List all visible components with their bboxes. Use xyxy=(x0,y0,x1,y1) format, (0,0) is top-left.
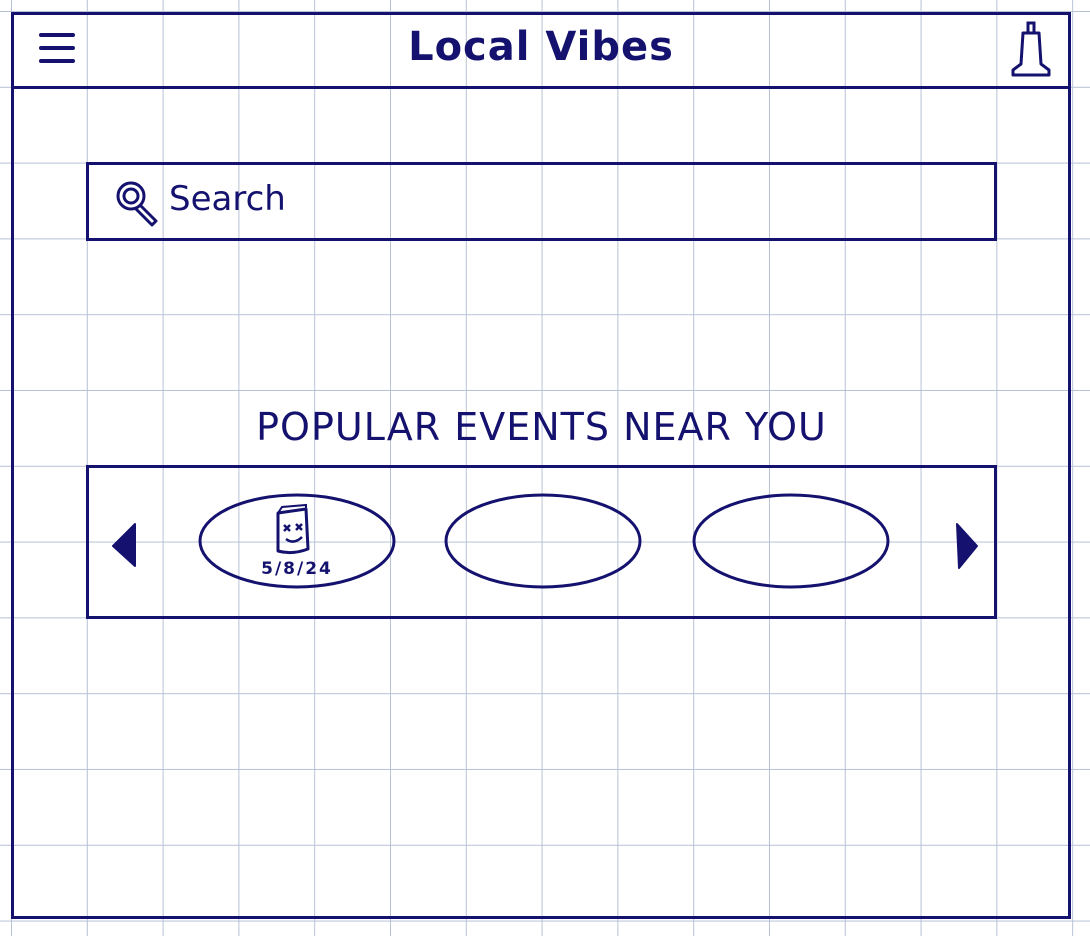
events-carousel: 5/8/24 xyxy=(86,465,997,619)
event-card-outline xyxy=(444,493,642,589)
notification-button[interactable] xyxy=(1007,20,1057,80)
triangle-left-icon xyxy=(112,523,136,567)
app-title: Local Vibes xyxy=(408,24,674,70)
popular-events-heading: POPULAR EVENTS NEAR YOU xyxy=(256,405,827,449)
search-input[interactable]: Search xyxy=(86,162,997,241)
bell-icon xyxy=(1011,21,1051,77)
jar-icon xyxy=(276,503,310,555)
search-icon xyxy=(116,181,158,227)
event-card[interactable]: 5/8/24 xyxy=(198,493,396,589)
carousel-prev-button[interactable] xyxy=(109,520,139,570)
carousel-next-button[interactable] xyxy=(951,520,981,570)
app-header: Local Vibes xyxy=(11,12,1071,89)
event-card[interactable] xyxy=(444,493,642,589)
event-card[interactable] xyxy=(692,493,890,589)
event-card-outline xyxy=(692,493,890,589)
triangle-right-icon xyxy=(956,523,978,569)
page: Local Vibes Search POPULAR EVENTS NEAR Y… xyxy=(0,0,1090,936)
event-date: 5/8/24 xyxy=(261,559,333,579)
search-placeholder: Search xyxy=(169,179,286,219)
